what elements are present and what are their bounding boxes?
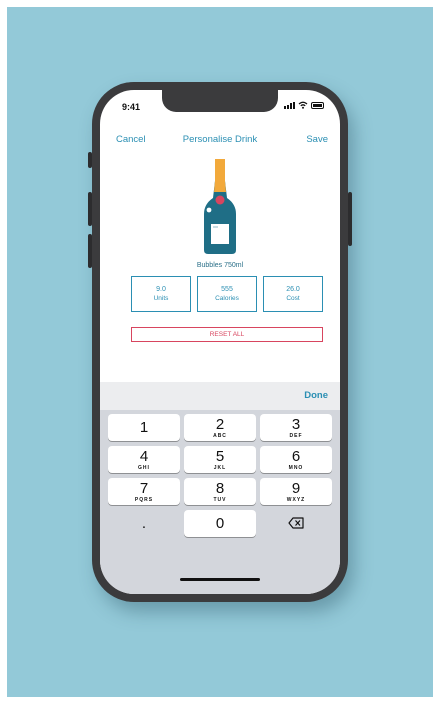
status-time: 9:41: [122, 102, 141, 112]
key-digit: 1: [139, 419, 149, 436]
mute-switch: [88, 152, 92, 168]
key-digit: 7: [139, 480, 149, 497]
cost-box[interactable]: 26.0 Cost: [263, 276, 323, 312]
key-digit: 4: [139, 448, 149, 465]
key-digit: 3: [291, 416, 301, 433]
key-digit: 6: [291, 448, 301, 465]
nav-bar: Cancel Personalise Drink Save: [100, 134, 340, 150]
reset-all-button[interactable]: RESET ALL: [131, 327, 323, 342]
drink-name: Bubbles 750ml: [196, 262, 244, 269]
signal-icon: [284, 102, 295, 109]
cost-label: Cost: [286, 295, 300, 302]
key-5[interactable]: 5 JKL: [184, 446, 256, 473]
phone-screen: 9:41 Cancel Personalise Drink Save Bubbl…: [100, 90, 340, 594]
key-letters: JKL: [213, 465, 227, 471]
key-1[interactable]: 1: [108, 414, 180, 441]
key-letters: MNO: [288, 465, 304, 471]
volume-up-button: [88, 192, 92, 226]
key-digit: 0: [215, 515, 225, 532]
cancel-button[interactable]: Cancel: [116, 134, 146, 145]
key-8[interactable]: 8 TUV: [184, 478, 256, 505]
key-letters: ABC: [213, 433, 227, 439]
key-9[interactable]: 9 WXYZ: [260, 478, 332, 505]
done-button[interactable]: Done: [304, 390, 328, 401]
calories-label: Calories: [215, 295, 239, 302]
key-4[interactable]: 4 GHI: [108, 446, 180, 473]
key-decimal[interactable]: .: [108, 510, 180, 537]
key-3[interactable]: 3 DEF: [260, 414, 332, 441]
phone-frame: 9:41 Cancel Personalise Drink Save Bubbl…: [88, 82, 352, 602]
units-box[interactable]: 9.0 Units: [131, 276, 191, 312]
save-button[interactable]: Save: [306, 134, 328, 145]
key-letters: WXYZ: [286, 497, 306, 503]
units-value: 9.0: [156, 286, 166, 293]
key-2[interactable]: 2 ABC: [184, 414, 256, 441]
volume-down-button: [88, 234, 92, 268]
units-label: Units: [153, 295, 169, 302]
backspace-key[interactable]: [260, 510, 332, 537]
key-letters: PQRS: [134, 497, 154, 503]
key-7[interactable]: 7 PQRS: [108, 478, 180, 505]
champagne-bottle-icon: [204, 159, 236, 254]
key-digit: 5: [215, 448, 225, 465]
key-digit: .: [141, 515, 147, 532]
wifi-icon: [298, 101, 308, 109]
cost-value: 26.0: [286, 286, 300, 293]
key-digit: 9: [291, 480, 301, 497]
key-digit: 2: [215, 416, 225, 433]
home-indicator: [180, 578, 260, 581]
key-letters: TUV: [213, 497, 227, 503]
key-letters: GHI: [138, 465, 150, 471]
calories-value: 555: [221, 286, 233, 293]
power-button: [348, 192, 352, 246]
calories-box[interactable]: 555 Calories: [197, 276, 257, 312]
keyboard-toolbar: Done: [100, 382, 340, 410]
key-letters: DEF: [289, 433, 303, 439]
key-0[interactable]: 0: [184, 510, 256, 537]
battery-icon: [311, 102, 324, 109]
key-6[interactable]: 6 MNO: [260, 446, 332, 473]
backspace-icon: [288, 517, 304, 529]
status-icons: [284, 101, 324, 109]
notch: [162, 90, 278, 112]
numeric-keyboard: Done 1 2 ABC 3 DEF 4 GHI 5 JKL 6 MNO 7 P…: [100, 382, 340, 594]
key-digit: 8: [215, 480, 225, 497]
